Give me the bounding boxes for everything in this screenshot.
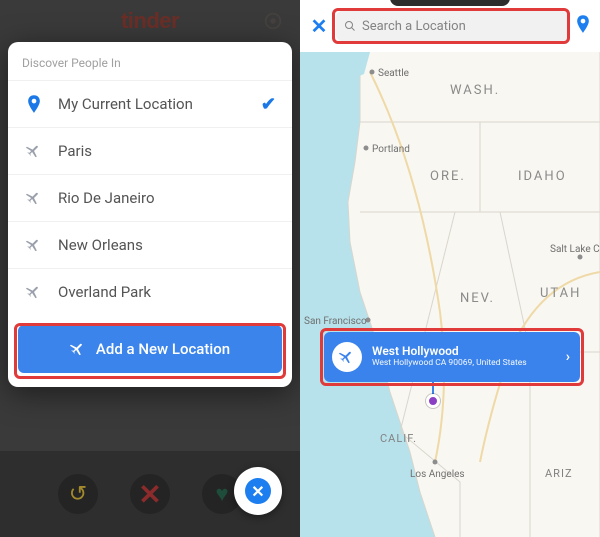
- location-label: Overland Park: [58, 283, 151, 301]
- add-location-label: Add a New Location: [96, 340, 230, 358]
- plane-icon: [24, 190, 44, 206]
- location-item-neworleans[interactable]: New Orleans: [8, 221, 292, 268]
- dim-header: tinder: [0, 0, 300, 42]
- map-view[interactable]: Seattle WASH. Portland ORE. IDAHO Salt L…: [300, 52, 600, 537]
- map-label-wash: WASH.: [450, 83, 500, 98]
- location-item-paris[interactable]: Paris: [8, 127, 292, 174]
- map-label-portland: Portland: [372, 144, 410, 155]
- search-icon: [344, 20, 356, 32]
- map-label-ore: ORE.: [430, 169, 466, 184]
- search-input[interactable]: Search a Location: [336, 11, 568, 41]
- plane-icon: [24, 237, 44, 253]
- map-label-seattle: Seattle: [378, 68, 409, 79]
- close-button[interactable]: ✕: [308, 14, 330, 38]
- search-bar: ✕ Search a Location: [300, 0, 600, 52]
- map-label-nev: NEV.: [460, 291, 495, 306]
- plane-icon: [332, 342, 362, 372]
- location-item-current[interactable]: My Current Location ✔: [8, 80, 292, 127]
- check-icon: ✔: [261, 94, 276, 115]
- notch-pill: [390, 0, 510, 6]
- chevron-right-icon: ›: [566, 349, 570, 365]
- plane-icon: [70, 341, 86, 357]
- close-popup-fab[interactable]: ✕: [234, 467, 282, 515]
- map-label-calif: CALIF.: [380, 432, 417, 445]
- map-label-sf: San Francisco: [304, 316, 367, 327]
- location-label: New Orleans: [58, 236, 143, 254]
- add-location-button[interactable]: Add a New Location: [18, 325, 282, 373]
- map-label-idaho: IDAHO: [518, 169, 567, 184]
- nope-button[interactable]: ✕: [130, 474, 170, 514]
- plane-icon: [24, 143, 44, 159]
- map-label-saltlake: Salt Lake City: [550, 244, 600, 255]
- left-panel: tinder Discover People In My Current Loc…: [0, 0, 300, 537]
- search-placeholder: Search a Location: [362, 19, 466, 34]
- pin-icon: [24, 95, 44, 113]
- close-icon: ✕: [245, 478, 271, 504]
- destination-subtitle: West Hollywood CA 90069, United States: [372, 359, 566, 369]
- settings-icon: [262, 10, 284, 32]
- popup-title: Discover People In: [8, 54, 292, 80]
- right-panel: ✕ Search a Location: [300, 0, 600, 537]
- brand-logo: tinder: [121, 8, 179, 34]
- map-label-la: Los Angeles: [410, 469, 465, 480]
- location-label: Paris: [58, 142, 92, 160]
- location-label: My Current Location: [58, 95, 193, 113]
- location-item-overlandpark[interactable]: Overland Park: [8, 268, 292, 315]
- plane-icon: [24, 284, 44, 300]
- location-label: Rio De Janeiro: [58, 189, 155, 207]
- map-label-ariz: ARIZ: [545, 467, 573, 480]
- map-marker[interactable]: [426, 394, 440, 408]
- destination-title: West Hollywood: [372, 345, 566, 359]
- destination-card[interactable]: West Hollywood West Hollywood CA 90069, …: [324, 332, 580, 382]
- map-label-utah: UTAH: [540, 286, 581, 301]
- locate-me-button[interactable]: [574, 15, 592, 37]
- destination-text: West Hollywood West Hollywood CA 90069, …: [372, 345, 566, 369]
- rewind-button[interactable]: ↺: [58, 474, 98, 514]
- location-popup: Discover People In My Current Location ✔…: [8, 42, 292, 387]
- location-item-rio[interactable]: Rio De Janeiro: [8, 174, 292, 221]
